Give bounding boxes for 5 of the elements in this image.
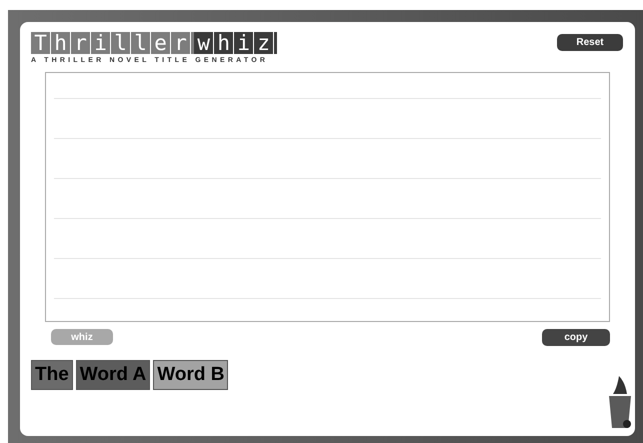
trash-bin-icon[interactable] <box>607 376 633 430</box>
reset-button[interactable]: Reset <box>557 34 623 51</box>
word-tile[interactable]: The <box>31 360 73 390</box>
word-tile[interactable]: Word B <box>153 360 228 390</box>
copy-button[interactable]: copy <box>542 329 610 346</box>
